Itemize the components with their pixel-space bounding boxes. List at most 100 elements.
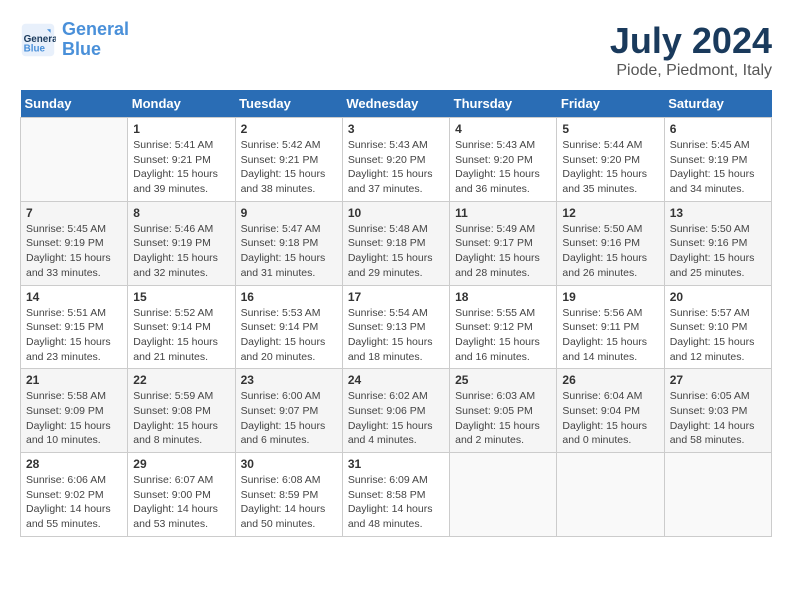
calendar-cell: 19Sunrise: 5:56 AM Sunset: 9:11 PM Dayli… (557, 285, 664, 369)
calendar-cell: 31 Sunrise: 6:09 AM Sunset: 8:58 PM Dayli… (342, 453, 449, 537)
calendar-cell: 4 Sunrise: 5:43 AM Sunset: 9:20 PM Daylig… (450, 118, 557, 202)
day-number: 16 (241, 290, 337, 304)
day-number: 13 (670, 206, 766, 220)
cell-info: Sunrise: 5:43 AM Sunset: 9:20 PM Dayligh… (348, 138, 444, 197)
week-row-1: 1 Sunrise: 5:41 AM Sunset: 9:21 PM Daylig… (21, 118, 772, 202)
calendar-cell: 10 Sunrise: 5:48 AM Sunset: 9:18 PM Dayli… (342, 201, 449, 285)
month-year: July 2024 (610, 20, 772, 62)
week-row-2: 7Sunrise: 5:45 AM Sunset: 9:19 PM Daylig… (21, 201, 772, 285)
cell-info: Sunrise: 5:49 AM Sunset: 9:17 PM Dayligh… (455, 222, 551, 281)
day-number: 18 (455, 290, 551, 304)
cell-info: Sunrise: 5:45 AM Sunset: 9:19 PM Dayligh… (670, 138, 766, 197)
calendar-cell (557, 453, 664, 537)
calendar-cell: 5 Sunrise: 5:44 AM Sunset: 9:20 PM Daylig… (557, 118, 664, 202)
location: Piode, Piedmont, Italy (610, 62, 772, 80)
cell-info: Sunrise: 5:41 AM Sunset: 9:21 PM Dayligh… (133, 138, 229, 197)
cell-info: Sunrise: 5:59 AM Sunset: 9:08 PM Dayligh… (133, 389, 229, 448)
col-header-friday: Friday (557, 90, 664, 118)
cell-info: Sunrise: 6:03 AM Sunset: 9:05 PM Dayligh… (455, 389, 551, 448)
cell-info: Sunrise: 6:06 AM Sunset: 9:02 PM Dayligh… (26, 473, 122, 532)
logo-text: GeneralBlue (62, 20, 129, 60)
day-number: 6 (670, 122, 766, 136)
week-row-4: 21Sunrise: 5:58 AM Sunset: 9:09 PM Dayli… (21, 369, 772, 453)
cell-info: Sunrise: 6:05 AM Sunset: 9:03 PM Dayligh… (670, 389, 766, 448)
calendar-cell: 13 Sunrise: 5:50 AM Sunset: 9:16 PM Dayli… (664, 201, 771, 285)
day-number: 11 (455, 206, 551, 220)
header-row: SundayMondayTuesdayWednesdayThursdayFrid… (21, 90, 772, 118)
cell-info: Sunrise: 5:48 AM Sunset: 9:18 PM Dayligh… (348, 222, 444, 281)
calendar-cell: 21Sunrise: 5:58 AM Sunset: 9:09 PM Dayli… (21, 369, 128, 453)
calendar-cell: 26Sunrise: 6:04 AM Sunset: 9:04 PM Dayli… (557, 369, 664, 453)
cell-info: Sunrise: 5:51 AM Sunset: 9:15 PM Dayligh… (26, 306, 122, 365)
calendar-cell: 15Sunrise: 5:52 AM Sunset: 9:14 PM Dayli… (128, 285, 235, 369)
cell-info: Sunrise: 6:00 AM Sunset: 9:07 PM Dayligh… (241, 389, 337, 448)
calendar-cell: 28Sunrise: 6:06 AM Sunset: 9:02 PM Dayli… (21, 453, 128, 537)
calendar-cell: 24 Sunrise: 6:02 AM Sunset: 9:06 PM Dayli… (342, 369, 449, 453)
day-number: 17 (348, 290, 444, 304)
calendar-table: SundayMondayTuesdayWednesdayThursdayFrid… (20, 90, 772, 537)
cell-info: Sunrise: 5:56 AM Sunset: 9:11 PM Dayligh… (562, 306, 658, 365)
calendar-cell: 18Sunrise: 5:55 AM Sunset: 9:12 PM Dayli… (450, 285, 557, 369)
col-header-monday: Monday (128, 90, 235, 118)
day-number: 23 (241, 373, 337, 387)
logo-icon: General Blue (20, 22, 56, 58)
cell-info: Sunrise: 5:53 AM Sunset: 9:14 PM Dayligh… (241, 306, 337, 365)
day-number: 25 (455, 373, 551, 387)
cell-info: Sunrise: 5:47 AM Sunset: 9:18 PM Dayligh… (241, 222, 337, 281)
calendar-cell (450, 453, 557, 537)
day-number: 12 (562, 206, 658, 220)
day-number: 10 (348, 206, 444, 220)
day-number: 30 (241, 457, 337, 471)
calendar-cell: 30 Sunrise: 6:08 AM Sunset: 8:59 PM Dayli… (235, 453, 342, 537)
day-number: 22 (133, 373, 229, 387)
day-number: 3 (348, 122, 444, 136)
day-number: 27 (670, 373, 766, 387)
calendar-cell (664, 453, 771, 537)
cell-info: Sunrise: 6:07 AM Sunset: 9:00 PM Dayligh… (133, 473, 229, 532)
calendar-cell: 27 Sunrise: 6:05 AM Sunset: 9:03 PM Dayli… (664, 369, 771, 453)
cell-info: Sunrise: 5:50 AM Sunset: 9:16 PM Dayligh… (562, 222, 658, 281)
calendar-cell: 20Sunrise: 5:57 AM Sunset: 9:10 PM Dayli… (664, 285, 771, 369)
calendar-cell: 14 Sunrise: 5:51 AM Sunset: 9:15 PM Dayli… (21, 285, 128, 369)
calendar-cell: 23 Sunrise: 6:00 AM Sunset: 9:07 PM Dayli… (235, 369, 342, 453)
calendar-cell: 2 Sunrise: 5:42 AM Sunset: 9:21 PM Daylig… (235, 118, 342, 202)
calendar-cell: 6 Sunrise: 5:45 AM Sunset: 9:19 PM Daylig… (664, 118, 771, 202)
calendar-cell: 3 Sunrise: 5:43 AM Sunset: 9:20 PM Daylig… (342, 118, 449, 202)
page-header: General Blue GeneralBlue July 2024 Piode… (20, 20, 772, 80)
col-header-wednesday: Wednesday (342, 90, 449, 118)
cell-info: Sunrise: 6:08 AM Sunset: 8:59 PM Dayligh… (241, 473, 337, 532)
cell-info: Sunrise: 5:45 AM Sunset: 9:19 PM Dayligh… (26, 222, 122, 281)
day-number: 26 (562, 373, 658, 387)
svg-text:Blue: Blue (24, 43, 46, 54)
cell-info: Sunrise: 5:50 AM Sunset: 9:16 PM Dayligh… (670, 222, 766, 281)
week-row-5: 28Sunrise: 6:06 AM Sunset: 9:02 PM Dayli… (21, 453, 772, 537)
day-number: 4 (455, 122, 551, 136)
calendar-cell: 12 Sunrise: 5:50 AM Sunset: 9:16 PM Dayli… (557, 201, 664, 285)
cell-info: Sunrise: 5:44 AM Sunset: 9:20 PM Dayligh… (562, 138, 658, 197)
day-number: 1 (133, 122, 229, 136)
day-number: 24 (348, 373, 444, 387)
day-number: 31 (348, 457, 444, 471)
day-number: 9 (241, 206, 337, 220)
calendar-cell: 11 Sunrise: 5:49 AM Sunset: 9:17 PM Dayli… (450, 201, 557, 285)
cell-info: Sunrise: 6:09 AM Sunset: 8:58 PM Dayligh… (348, 473, 444, 532)
calendar-cell: 17Sunrise: 5:54 AM Sunset: 9:13 PM Dayli… (342, 285, 449, 369)
week-row-3: 14 Sunrise: 5:51 AM Sunset: 9:15 PM Dayli… (21, 285, 772, 369)
col-header-saturday: Saturday (664, 90, 771, 118)
day-number: 15 (133, 290, 229, 304)
calendar-cell: 9 Sunrise: 5:47 AM Sunset: 9:18 PM Daylig… (235, 201, 342, 285)
cell-info: Sunrise: 5:57 AM Sunset: 9:10 PM Dayligh… (670, 306, 766, 365)
calendar-cell: 29 Sunrise: 6:07 AM Sunset: 9:00 PM Dayli… (128, 453, 235, 537)
cell-info: Sunrise: 5:43 AM Sunset: 9:20 PM Dayligh… (455, 138, 551, 197)
day-number: 29 (133, 457, 229, 471)
col-header-thursday: Thursday (450, 90, 557, 118)
day-number: 14 (26, 290, 122, 304)
calendar-cell: 25 Sunrise: 6:03 AM Sunset: 9:05 PM Dayli… (450, 369, 557, 453)
day-number: 2 (241, 122, 337, 136)
calendar-cell: 16 Sunrise: 5:53 AM Sunset: 9:14 PM Dayli… (235, 285, 342, 369)
title-block: July 2024 Piode, Piedmont, Italy (610, 20, 772, 80)
cell-info: Sunrise: 5:42 AM Sunset: 9:21 PM Dayligh… (241, 138, 337, 197)
day-number: 5 (562, 122, 658, 136)
col-header-sunday: Sunday (21, 90, 128, 118)
cell-info: Sunrise: 6:02 AM Sunset: 9:06 PM Dayligh… (348, 389, 444, 448)
